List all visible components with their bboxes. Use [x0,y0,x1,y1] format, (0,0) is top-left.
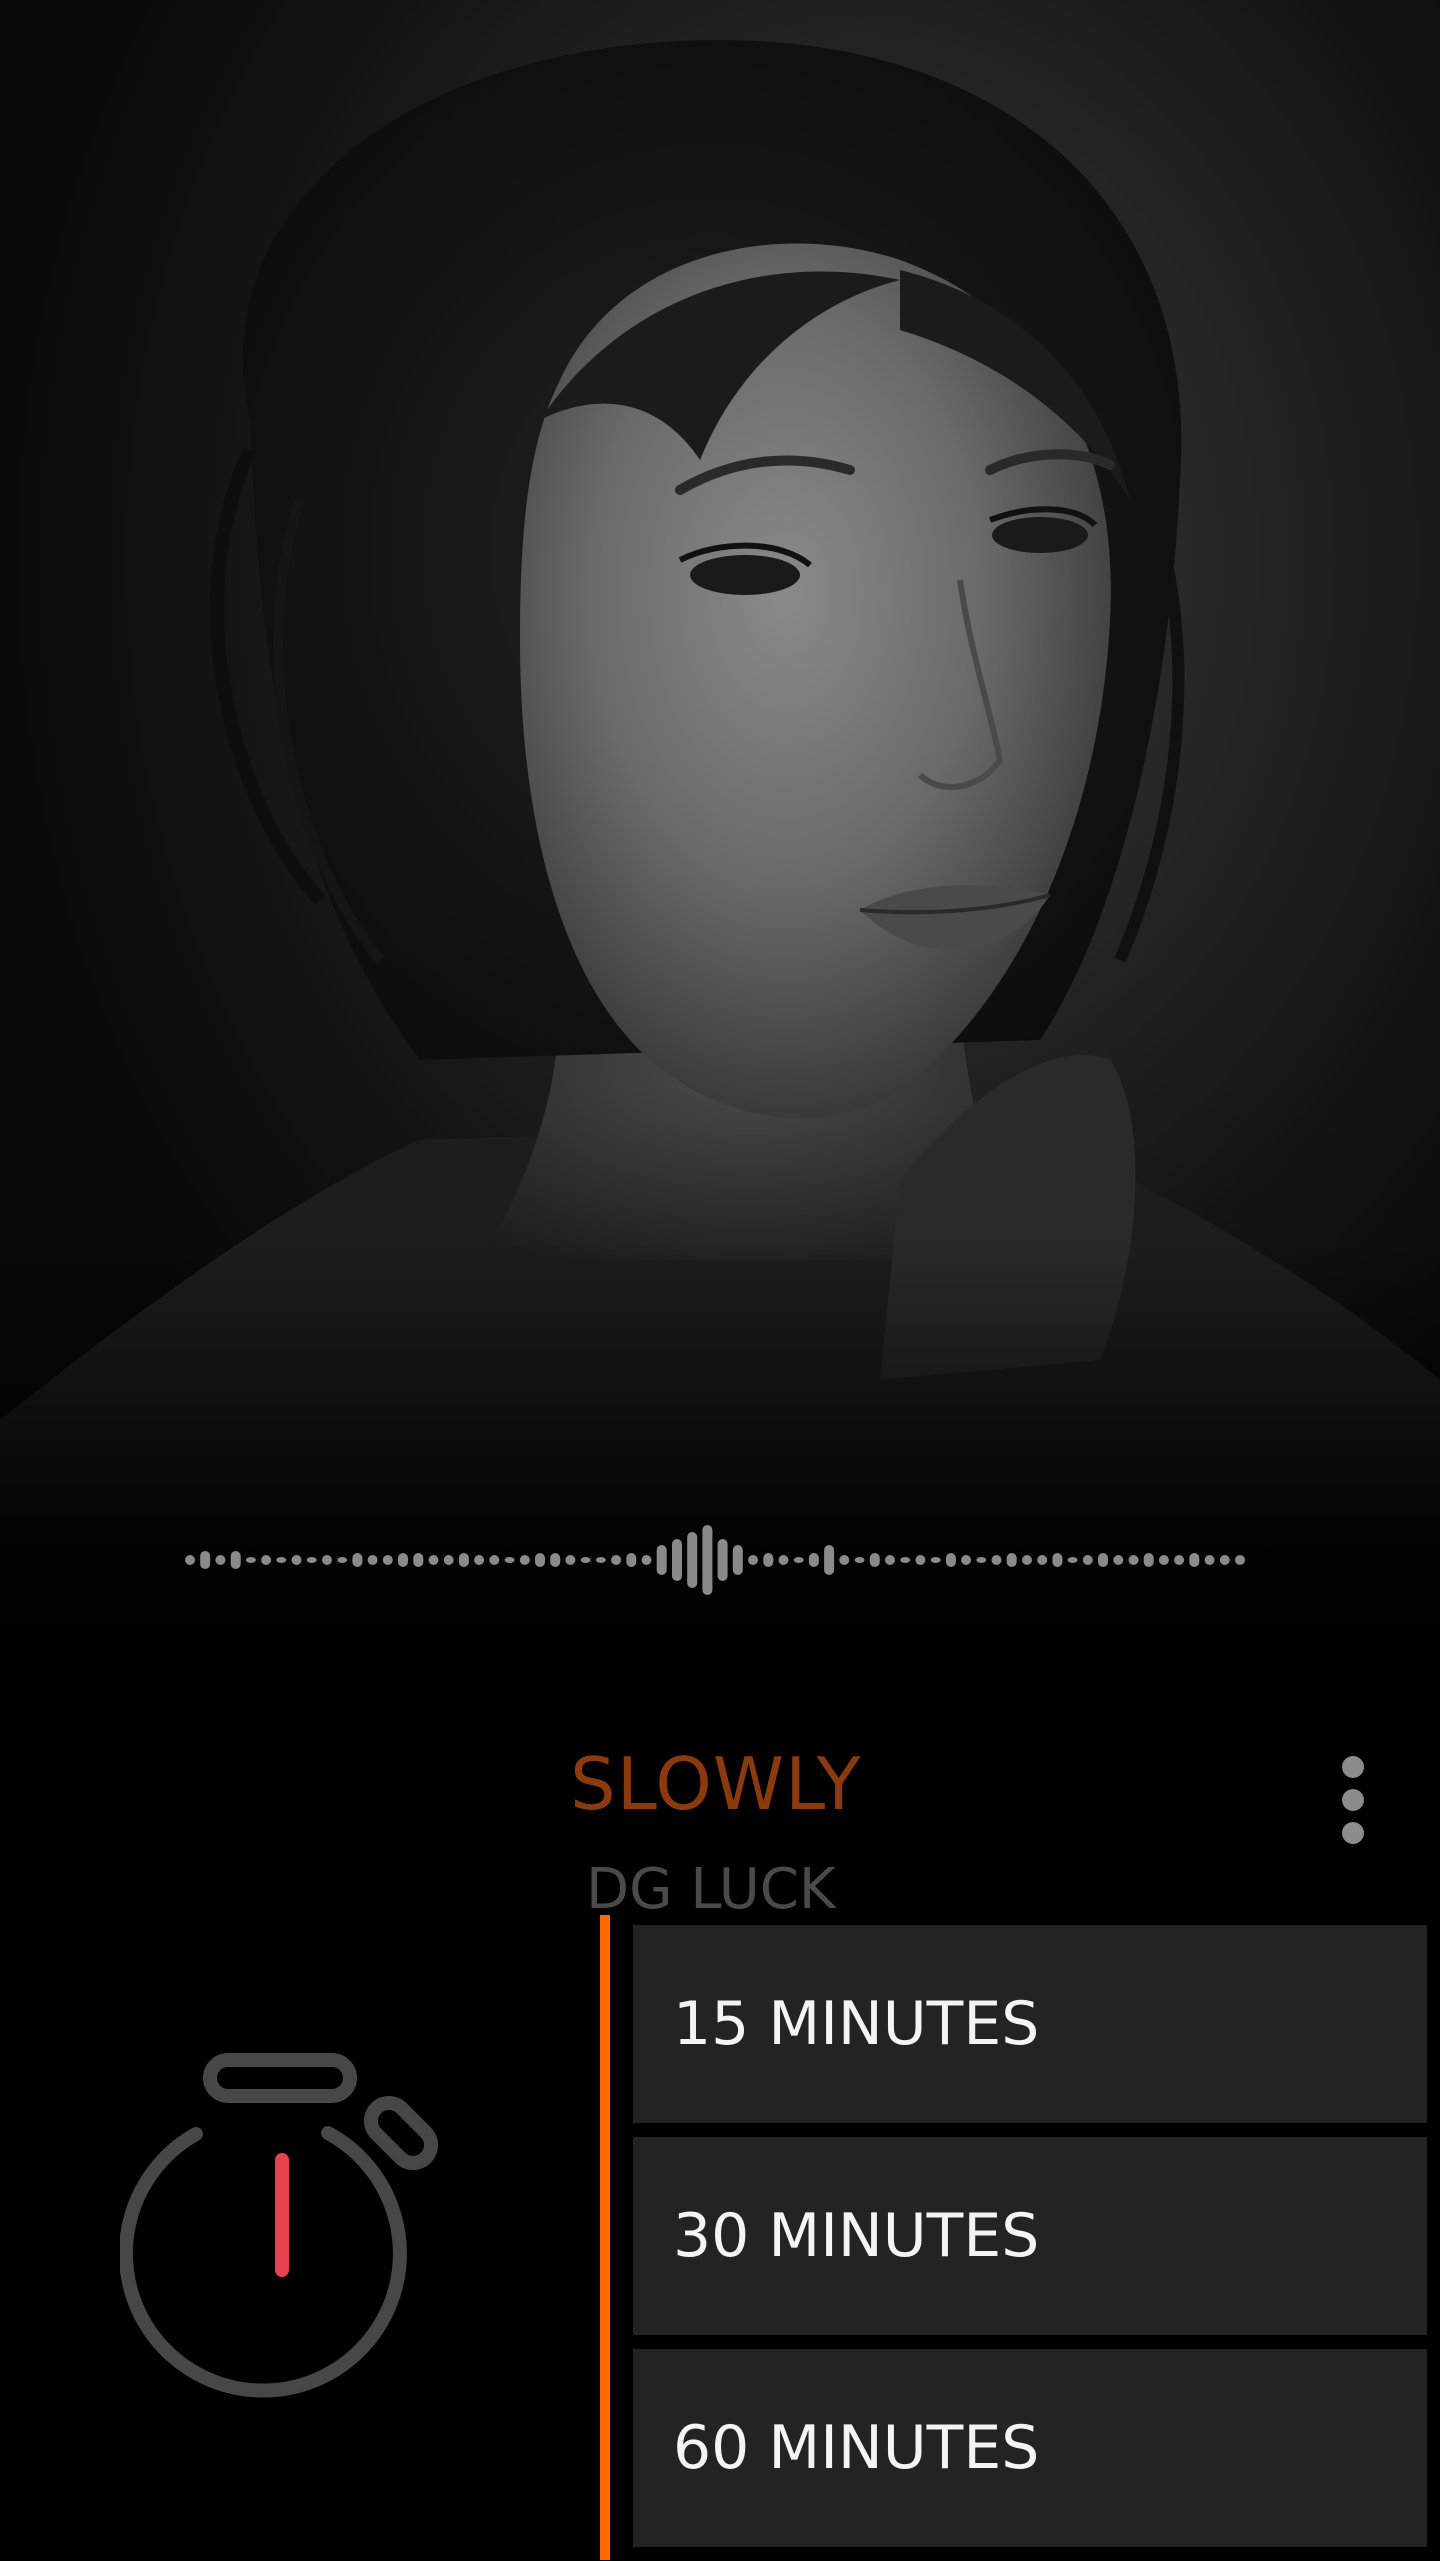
waveform-bar [322,1555,332,1565]
waveform-bar [991,1555,1002,1565]
waveform-bar [748,1555,758,1565]
waveform-bar [732,1545,743,1575]
waveform-bar [1235,1555,1245,1565]
waveform-bar [550,1553,561,1567]
waveform-bar [474,1555,485,1565]
waveform-bar [793,1557,804,1563]
waveform-bar [367,1555,378,1565]
waveform-bar [824,1545,835,1575]
waveform-bar [398,1553,408,1567]
track-title: SLOWLY [570,1742,862,1826]
waveform-bar [885,1555,895,1565]
timer-option-label: 30 MINUTES [673,2201,1040,2271]
waveform-bar [778,1555,789,1565]
waveform-seekbar[interactable] [0,1500,1440,1620]
waveform-bar [580,1557,591,1563]
waveform-bar [717,1539,728,1581]
waveform-bar [306,1557,317,1563]
waveform-bar [839,1555,850,1565]
waveform-bar [641,1555,652,1565]
waveform-bar [443,1555,454,1565]
waveform-bar [535,1553,545,1567]
stopwatch-icon [120,2053,439,2398]
waveform-bar [1067,1557,1078,1563]
waveform-bar [1022,1555,1032,1565]
waveform-bar [976,1557,987,1563]
waveform-bar [961,1555,972,1565]
waveform-bar [1204,1555,1215,1565]
timer-option-label: 15 MINUTES [673,1989,1040,2059]
more-vertical-icon [1342,1756,1364,1778]
album-art [0,0,1440,1640]
waveform-bar [245,1557,256,1563]
waveform-bar [869,1553,880,1567]
more-vertical-icon-dot [1342,1822,1364,1844]
waveform-bar [565,1555,576,1565]
waveform-bar [1113,1555,1124,1565]
waveform-bar [930,1557,941,1563]
waveform-bar [900,1557,911,1563]
sleep-timer-options: 15 MINUTES 30 MINUTES 60 MINUTES [633,1925,1427,2561]
waveform-bar [702,1525,713,1595]
waveform-bar [337,1557,348,1563]
waveform-bar [261,1555,272,1565]
waveform-bar [1174,1555,1185,1565]
timer-option-30[interactable]: 30 MINUTES [633,2137,1427,2335]
waveform-bar [763,1553,774,1567]
accent-bar [600,1915,610,2560]
waveform-bar [626,1553,637,1567]
waveform-bar [382,1555,393,1565]
waveform-bar [458,1553,469,1567]
waveform-bar [595,1557,606,1563]
waveform-bar [291,1555,302,1565]
waveform-bar [854,1557,865,1563]
waveform-bar [1052,1553,1063,1567]
waveform-bar [1128,1555,1139,1565]
waveform-bar [656,1545,667,1575]
waveform-bar [915,1555,926,1565]
waveform-bar [504,1557,515,1563]
more-options-button[interactable] [1320,1752,1386,1848]
timer-option-60[interactable]: 60 MINUTES [633,2349,1427,2547]
waveform-bar [230,1551,241,1569]
waveform-bar [352,1553,363,1567]
track-artist: DG LUCK [586,1857,836,1922]
waveform-bar [1037,1555,1048,1565]
more-vertical-icon-dot [1342,1789,1364,1811]
waveform-bar [215,1555,226,1565]
waveform-bar [672,1539,682,1581]
waveform-bar [808,1553,819,1567]
waveform-bar [1006,1553,1017,1567]
waveform-bar [687,1532,698,1588]
waveform-bar [1158,1555,1169,1565]
waveform-bar [611,1555,622,1565]
timer-option-label: 60 MINUTES [673,2413,1040,2483]
waveform-bar [489,1555,500,1565]
waveform-bar [1219,1555,1230,1565]
waveform-bar [1143,1553,1154,1567]
waveform-bar [276,1557,287,1563]
waveform-bar [1098,1553,1108,1567]
waveform-bar [1189,1553,1200,1567]
timer-option-15[interactable]: 15 MINUTES [633,1925,1427,2123]
waveform-bar [519,1555,530,1565]
waveform-bar [200,1551,211,1569]
waveform-bar [1082,1555,1093,1565]
waveform-bar [428,1555,439,1565]
waveform-bar [413,1553,424,1567]
waveform-bar [185,1555,195,1565]
waveform-bar [945,1553,956,1567]
